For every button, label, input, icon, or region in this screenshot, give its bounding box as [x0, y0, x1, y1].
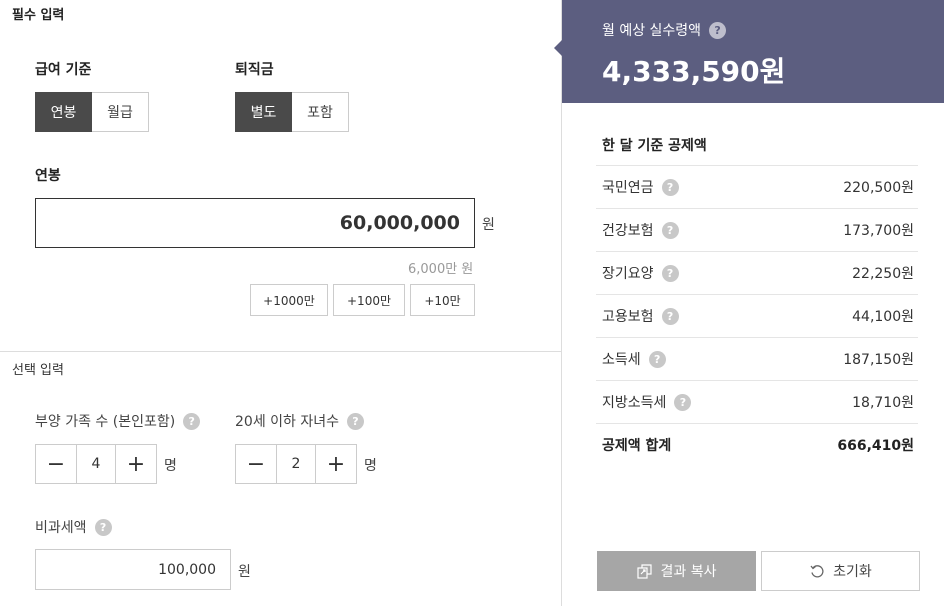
result-title-text: 월 예상 실수령액 [602, 23, 702, 39]
deduction-total-name: 공제액 합계 [602, 438, 672, 454]
help-icon[interactable]: ? [661, 178, 679, 196]
salary-input[interactable]: 60,000,000 [35, 198, 475, 248]
help-icon[interactable]: ? [674, 393, 692, 411]
nontax-label-text: 비과세액 [35, 520, 87, 536]
children-unit: 명 [364, 458, 377, 474]
help-icon[interactable]: ? [648, 350, 666, 368]
add-100k-button[interactable]: +10만 [410, 284, 475, 316]
severance-toggle: 별도 포함 [235, 92, 349, 132]
pay-basis-annual-option[interactable]: 연봉 [35, 92, 92, 132]
nontax-label: 비과세액 ? [35, 517, 112, 537]
help-icon[interactable]: ? [661, 264, 679, 282]
deduction-name: 국민연금 [602, 180, 654, 196]
deduction-row-health: 건강보험? 173,700원 [596, 208, 918, 251]
deduction-total-value: 666,410원 [837, 438, 914, 454]
dependents-label-text: 부양 가족 수 (본인포함) [35, 414, 176, 430]
plus-icon[interactable]: + [316, 445, 356, 483]
copy-result-button[interactable]: 결과 복사 [597, 551, 756, 591]
help-icon[interactable]: ? [183, 412, 201, 430]
deduction-title: 한 달 기준 공제액 [602, 138, 707, 154]
help-icon[interactable]: ? [661, 221, 679, 239]
salary-unit: 원 [482, 217, 495, 233]
deduction-value: 44,100원 [852, 309, 914, 325]
dependents-label: 부양 가족 수 (본인포함) ? [35, 411, 201, 431]
nontax-input[interactable]: 100,000 [35, 549, 231, 590]
children-stepper: − 2 + [235, 444, 357, 484]
salary-helper-text: 6,000만 원 [408, 262, 474, 277]
severance-separate-option[interactable]: 별도 [235, 92, 292, 132]
add-1m-button[interactable]: +100만 [333, 284, 405, 316]
copy-icon [637, 563, 653, 579]
deduction-value: 220,500원 [843, 180, 914, 196]
help-icon[interactable]: ? [347, 412, 364, 430]
children-value[interactable]: 2 [276, 445, 316, 483]
salary-label: 연봉 [35, 168, 61, 184]
nontax-unit: 원 [238, 564, 251, 580]
minus-icon[interactable]: − [236, 445, 276, 483]
add-10m-button[interactable]: +1000만 [250, 284, 328, 316]
deduction-name: 고용보험 [602, 309, 654, 325]
input-panel: 필수 입력 급여 기준 연봉 월급 퇴직금 별도 포함 연봉 60,000,00… [0, 0, 561, 606]
help-icon[interactable]: ? [661, 307, 679, 325]
deduction-row-income-tax: 소득세? 187,150원 [596, 337, 918, 380]
deduction-row-employment: 고용보험? 44,100원 [596, 294, 918, 337]
deduction-row-local-tax: 지방소득세? 18,710원 [596, 380, 918, 423]
net-pay-amount: 4,333,590원 [602, 55, 786, 88]
pay-basis-toggle: 연봉 월급 [35, 92, 149, 132]
deduction-name: 지방소득세 [602, 395, 667, 411]
section-divider [0, 351, 561, 352]
minus-icon[interactable]: − [36, 445, 76, 483]
deduction-value: 22,250원 [852, 266, 914, 282]
deduction-row-total: 공제액 합계 666,410원 [596, 423, 918, 466]
children-label-text: 20세 이하 자녀수 [235, 414, 339, 430]
required-section-title: 필수 입력 [12, 8, 65, 23]
result-header: 월 예상 실수령액 ? 4,333,590원 [554, 0, 944, 103]
reset-button[interactable]: 초기화 [761, 551, 920, 591]
pay-basis-label: 급여 기준 [35, 62, 92, 78]
deduction-row-longterm-care: 장기요양? 22,250원 [596, 251, 918, 294]
result-panel: 월 예상 실수령액 ? 4,333,590원 한 달 기준 공제액 국민연금? … [554, 0, 944, 606]
pay-basis-monthly-option[interactable]: 월급 [92, 92, 149, 132]
result-title: 월 예상 실수령액 ? [602, 20, 727, 40]
deduction-name: 소득세 [602, 352, 641, 368]
deduction-value: 173,700원 [843, 223, 914, 239]
pointer-arrow-icon [554, 40, 562, 56]
dependents-value[interactable]: 4 [76, 445, 116, 483]
deduction-name: 장기요양 [602, 266, 654, 282]
copy-result-label: 결과 복사 [660, 564, 717, 580]
severance-included-option[interactable]: 포함 [292, 92, 349, 132]
dependents-unit: 명 [164, 458, 177, 474]
children-label: 20세 이하 자녀수 ? [235, 411, 364, 431]
deduction-list: 국민연금? 220,500원 건강보험? 173,700원 장기요양? 22,2… [596, 165, 918, 466]
optional-section-title: 선택 입력 [12, 363, 64, 378]
help-icon[interactable]: ? [94, 518, 112, 536]
help-icon[interactable]: ? [709, 21, 727, 39]
severance-label: 퇴직금 [235, 62, 274, 78]
deduction-value: 18,710원 [852, 395, 914, 411]
deduction-name: 건강보험 [602, 223, 654, 239]
plus-icon[interactable]: + [116, 445, 156, 483]
dependents-stepper: − 4 + [35, 444, 157, 484]
deduction-value: 187,150원 [843, 352, 914, 368]
reset-icon [809, 563, 825, 579]
reset-label: 초기화 [833, 564, 872, 580]
deduction-row-pension: 국민연금? 220,500원 [596, 165, 918, 208]
